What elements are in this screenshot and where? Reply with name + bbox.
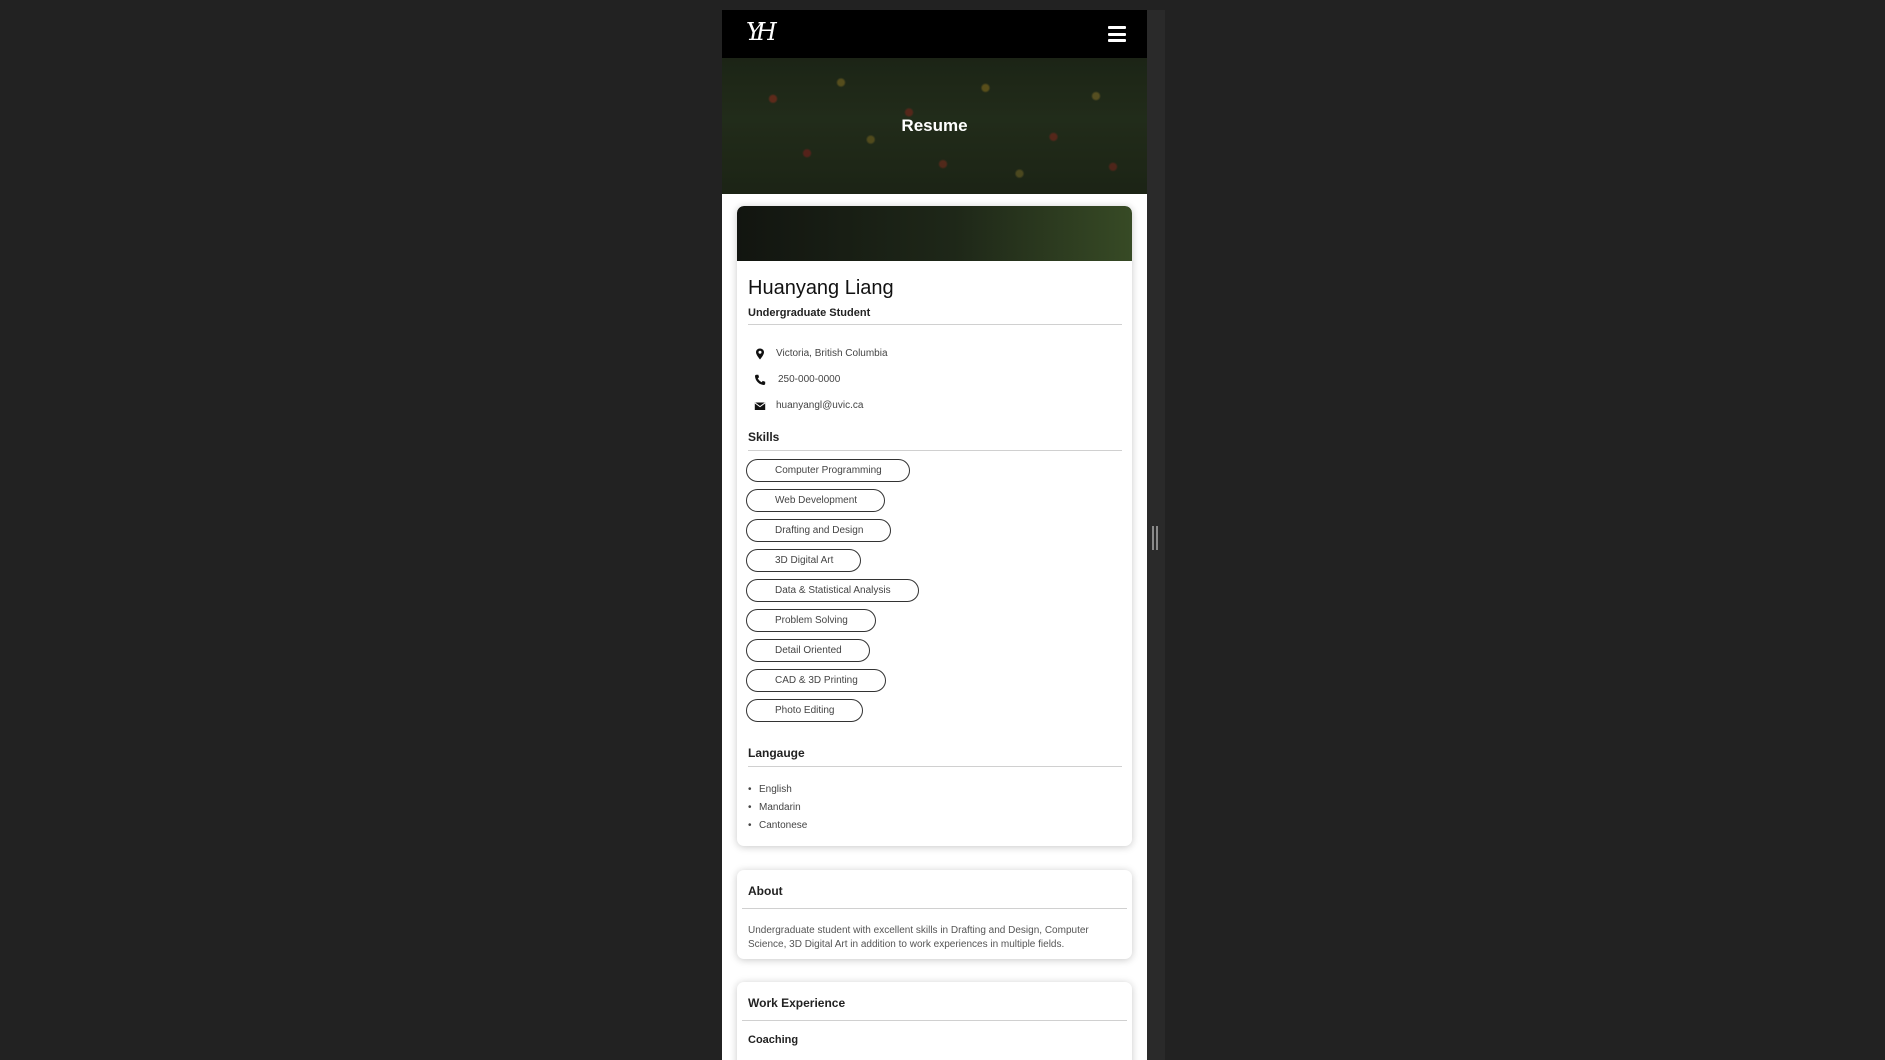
location-pin-icon bbox=[756, 348, 764, 360]
divider bbox=[748, 766, 1122, 767]
skill-pill: Photo Editing bbox=[746, 699, 863, 722]
work-experience-card: Work Experience Coaching bbox=[737, 982, 1132, 1060]
list-item: Mandarin bbox=[748, 799, 807, 817]
job-title: Coaching bbox=[748, 1034, 799, 1046]
contact-email: huanyangl@uvic.ca bbox=[748, 398, 1048, 414]
resize-handle[interactable] bbox=[1152, 526, 1158, 550]
skill-pill: 3D Digital Art bbox=[746, 549, 862, 572]
about-card: About Undergraduate student with excelle… bbox=[737, 870, 1132, 959]
skill-pill: Data & Statistical Analysis bbox=[746, 579, 919, 602]
language-heading: Langauge bbox=[748, 746, 805, 760]
skills-list: Computer Programming Web Development Dra… bbox=[746, 459, 1106, 729]
top-navbar: YH bbox=[722, 10, 1147, 58]
phone-icon bbox=[754, 374, 766, 386]
resume-page: YH Resume Huanyang Liang Undergraduate S… bbox=[722, 10, 1147, 1060]
about-text: Undergraduate student with excellent ski… bbox=[748, 925, 1089, 950]
contact-location: Victoria, British Columbia bbox=[748, 346, 1048, 362]
phone-text: 250-000-0000 bbox=[778, 374, 841, 385]
skills-heading: Skills bbox=[748, 430, 780, 444]
location-text: Victoria, British Columbia bbox=[776, 348, 888, 359]
profile-role: Undergraduate Student bbox=[748, 307, 871, 319]
contact-phone: 250-000-0000 bbox=[748, 372, 1048, 388]
divider bbox=[748, 324, 1122, 325]
list-item: Cantonese bbox=[748, 817, 807, 835]
email-text[interactable]: huanyangl@uvic.ca bbox=[776, 400, 863, 411]
list-item: English bbox=[748, 781, 807, 799]
skill-pill: Drafting and Design bbox=[746, 519, 892, 542]
skill-pill: Web Development bbox=[746, 489, 886, 512]
language-list: English Mandarin Cantonese bbox=[748, 781, 807, 835]
hero-banner: Resume bbox=[722, 58, 1147, 194]
skill-pill: Computer Programming bbox=[746, 459, 910, 482]
work-heading: Work Experience bbox=[748, 996, 846, 1010]
profile-banner bbox=[737, 206, 1132, 261]
page-title: Resume bbox=[901, 116, 968, 135]
divider bbox=[742, 908, 1127, 909]
profile-name: Huanyang Liang bbox=[748, 277, 894, 299]
skill-pill: CAD & 3D Printing bbox=[746, 669, 886, 692]
hamburger-icon[interactable] bbox=[1108, 26, 1126, 42]
skill-pill: Detail Oriented bbox=[746, 639, 870, 662]
envelope-icon bbox=[754, 402, 766, 410]
skill-pill: Problem Solving bbox=[746, 609, 876, 632]
profile-card: Huanyang Liang Undergraduate Student Vic… bbox=[737, 206, 1132, 846]
site-logo[interactable]: YH bbox=[746, 18, 777, 46]
about-heading: About bbox=[748, 884, 783, 898]
divider bbox=[748, 450, 1122, 451]
divider bbox=[742, 1020, 1127, 1021]
logo-text: YH bbox=[746, 18, 777, 46]
